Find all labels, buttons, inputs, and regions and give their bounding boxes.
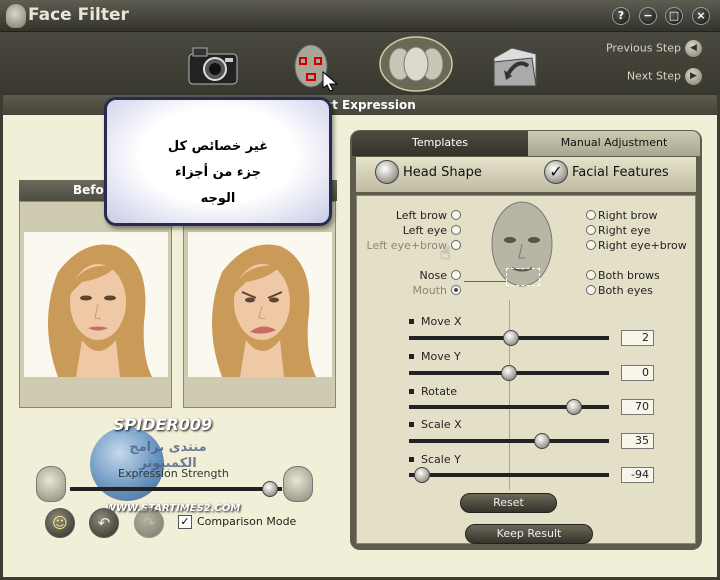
camera-icon[interactable] bbox=[185, 40, 241, 92]
slider-value-rotate[interactable]: 70 bbox=[621, 399, 654, 415]
slider-thumb-move-x[interactable] bbox=[503, 330, 519, 346]
radio-label-nose: Nose bbox=[419, 269, 447, 282]
radio-right-eye[interactable] bbox=[586, 225, 596, 235]
expression-strength-label: Expression Strength bbox=[118, 467, 229, 480]
arrow-right-icon: ▶ bbox=[685, 68, 702, 85]
slider-label-rotate: Rotate bbox=[421, 385, 458, 398]
comparison-mode-checkbox[interactable]: ✓ bbox=[178, 515, 192, 529]
radio-left-brow[interactable] bbox=[451, 210, 461, 220]
face-select-icon[interactable] bbox=[287, 40, 343, 92]
slider-value-move-x[interactable]: 2 bbox=[621, 330, 654, 346]
head-shape-label: Head Shape bbox=[403, 165, 482, 180]
watermark-spider-text: SPIDER009 bbox=[113, 415, 213, 434]
watermark-url-text: WWW.STARTIMES2.COM bbox=[105, 503, 241, 514]
slider-value-scale-x[interactable]: 35 bbox=[621, 433, 654, 449]
radio-right-brow[interactable] bbox=[586, 210, 596, 220]
radio-label-right-eye: Right eye bbox=[598, 224, 651, 237]
slider-label-move-x: Move X bbox=[421, 315, 462, 328]
radio-both-eyes[interactable] bbox=[586, 285, 596, 295]
next-step-button[interactable]: Next Step ▶ bbox=[627, 68, 702, 85]
slider-thumb-scale-x[interactable] bbox=[534, 433, 550, 449]
facial-features-label: Facial Features bbox=[572, 165, 669, 180]
radio-label-left-eye: Left eye bbox=[402, 224, 447, 237]
tooltip-text: غير خصائص كل جزء من أجزاء الوجه bbox=[167, 139, 269, 206]
radio-nose[interactable] bbox=[451, 270, 461, 280]
head-shape-option[interactable] bbox=[375, 160, 399, 184]
neutral-face-icon bbox=[36, 466, 66, 502]
slider-value-move-y[interactable]: 0 bbox=[621, 365, 654, 381]
expression-strength-slider[interactable] bbox=[70, 487, 282, 491]
radio-left-eye[interactable] bbox=[451, 225, 461, 235]
undo-icon[interactable]: ↶ bbox=[89, 508, 119, 538]
slider-bullet bbox=[409, 389, 414, 394]
after-photo bbox=[188, 232, 332, 377]
slider-label-scale-y: Scale Y bbox=[421, 453, 461, 466]
radio-label-left-eye-brow: Left eye+brow bbox=[366, 239, 447, 252]
help-button[interactable]: ? bbox=[612, 7, 630, 25]
tooltip-bubble: غير خصائص كل جزء من أجزاء الوجه bbox=[104, 97, 332, 226]
radio-label-right-eye-brow: Right eye+brow bbox=[598, 239, 687, 252]
tab-templates[interactable]: Templates bbox=[352, 131, 528, 156]
expression-strength-thumb[interactable] bbox=[262, 481, 278, 497]
slider-label-scale-x: Scale X bbox=[421, 418, 462, 431]
smiley-icon[interactable]: ☺ bbox=[45, 508, 75, 538]
export-folder-icon[interactable] bbox=[488, 40, 544, 92]
hand-cursor-icon: ☝ bbox=[440, 243, 451, 264]
slider-bullet bbox=[409, 457, 414, 462]
radio-left-eye-brow[interactable] bbox=[451, 240, 461, 250]
comparison-mode-label: Comparison Mode bbox=[197, 515, 297, 528]
minimize-button[interactable]: − bbox=[639, 7, 657, 25]
radio-mouth[interactable] bbox=[451, 285, 461, 295]
expressive-face-icon bbox=[283, 466, 313, 502]
mouth-selection-box bbox=[506, 268, 540, 286]
before-photo bbox=[24, 232, 168, 377]
slider-thumb-move-y[interactable] bbox=[501, 365, 517, 381]
arrow-left-icon: ◀ bbox=[685, 40, 702, 57]
slider-bullet bbox=[409, 422, 414, 427]
facial-features-check-icon[interactable]: ✓ bbox=[544, 160, 568, 184]
keep-result-button[interactable]: Keep Result bbox=[465, 524, 593, 544]
radio-both-brows[interactable] bbox=[586, 270, 596, 280]
radio-label-left-brow: Left brow bbox=[395, 209, 447, 222]
after-photo-frame bbox=[183, 201, 336, 408]
before-label: Befo bbox=[73, 183, 104, 197]
before-photo-frame bbox=[19, 201, 172, 408]
redo-icon[interactable]: ↷ bbox=[134, 508, 164, 538]
slider-thumb-rotate[interactable] bbox=[566, 399, 582, 415]
section-title: ct Expression bbox=[325, 98, 416, 112]
radio-label-mouth: Mouth bbox=[412, 284, 447, 297]
radio-label-right-brow: Right brow bbox=[598, 209, 658, 222]
radio-right-eye-brow[interactable] bbox=[586, 240, 596, 250]
app-logo-icon bbox=[6, 4, 26, 28]
previous-step-button[interactable]: Previous Step ◀ bbox=[606, 40, 702, 57]
slider-thumb-scale-y[interactable] bbox=[414, 467, 430, 483]
next-step-label: Next Step bbox=[626, 69, 681, 83]
app-title: Face Filter bbox=[28, 5, 129, 25]
radio-label-both-eyes: Both eyes bbox=[598, 284, 653, 297]
radio-label-both-brows: Both brows bbox=[598, 269, 660, 282]
reset-button[interactable]: Reset bbox=[460, 493, 557, 513]
mouth-connector-line bbox=[464, 281, 506, 282]
slider-value-scale-y[interactable]: -94 bbox=[621, 467, 654, 483]
slider-label-move-y: Move Y bbox=[421, 350, 461, 363]
slider-track-scale-y[interactable] bbox=[409, 473, 609, 477]
tab-manual-adjustment[interactable]: Manual Adjustment bbox=[528, 131, 700, 156]
maximize-button[interactable]: □ bbox=[665, 7, 683, 25]
previous-step-label: Previous Step bbox=[605, 41, 681, 55]
expression-faces-icon[interactable] bbox=[378, 36, 454, 92]
slider-track-scale-x[interactable] bbox=[409, 439, 609, 443]
slider-bullet bbox=[409, 319, 414, 324]
close-button[interactable]: × bbox=[692, 7, 710, 25]
slider-bullet bbox=[409, 354, 414, 359]
center-guide-line bbox=[509, 300, 510, 490]
